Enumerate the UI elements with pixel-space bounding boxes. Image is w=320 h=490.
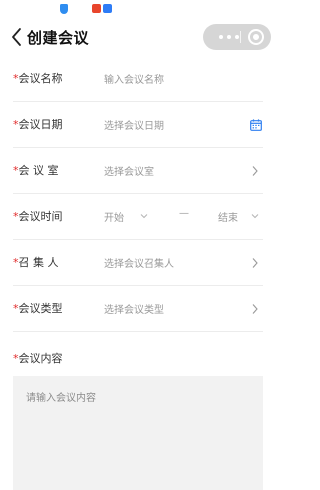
- end-time-picker[interactable]: 结束: [218, 209, 238, 224]
- convener-label: *召 集 人: [13, 256, 59, 269]
- meeting-date-label: *会议日期: [13, 118, 63, 131]
- more-icon[interactable]: [219, 35, 239, 39]
- meeting-type-label: *会议类型: [13, 302, 63, 315]
- meeting-type-picker[interactable]: 选择会议类型: [104, 301, 164, 316]
- page-title: 创建会议: [27, 29, 90, 47]
- meeting-room-row[interactable]: *会 议 室 选择会议室: [13, 148, 263, 194]
- close-miniprogram-icon[interactable]: [248, 29, 264, 45]
- meeting-time-label: *会议时间: [13, 210, 63, 223]
- meeting-date-picker[interactable]: 选择会议日期: [104, 117, 164, 132]
- meeting-content-textarea[interactable]: [13, 376, 263, 490]
- back-arrow-icon[interactable]: [10, 26, 24, 48]
- start-time-picker[interactable]: 开始: [104, 209, 124, 224]
- calendar-icon[interactable]: [250, 119, 262, 131]
- convener-row[interactable]: *召 集 人 选择会议召集人: [13, 240, 263, 286]
- chevron-right-icon: [252, 258, 258, 268]
- time-separator: —: [179, 208, 189, 219]
- meeting-name-label: *会议名称: [13, 72, 63, 85]
- meeting-date-row[interactable]: *会议日期 选择会议日期: [13, 102, 263, 148]
- meeting-type-row[interactable]: *会议类型 选择会议类型: [13, 286, 263, 332]
- app-notification-icon: [92, 4, 101, 13]
- chevron-right-icon: [252, 166, 258, 176]
- meeting-room-label: *会 议 室: [13, 164, 59, 177]
- convener-picker[interactable]: 选择会议召集人: [104, 255, 174, 270]
- chevron-down-icon: [251, 214, 259, 219]
- app-notification-icon-2: [103, 4, 112, 13]
- chevron-right-icon: [252, 304, 258, 314]
- meeting-content-label: *会议内容: [13, 352, 63, 365]
- capsule-divider: [240, 31, 241, 43]
- chevron-down-icon: [140, 214, 148, 219]
- meeting-name-row: *会议名称 输入会议名称: [13, 56, 263, 102]
- shield-icon: [60, 4, 68, 14]
- status-bar: [0, 0, 276, 18]
- mini-program-capsule: [203, 24, 271, 50]
- meeting-name-input[interactable]: 输入会议名称: [104, 71, 164, 86]
- navigation-bar: 创建会议: [0, 18, 276, 58]
- meeting-room-picker[interactable]: 选择会议室: [104, 163, 154, 178]
- meeting-time-row: *会议时间 开始 — 结束: [13, 194, 263, 240]
